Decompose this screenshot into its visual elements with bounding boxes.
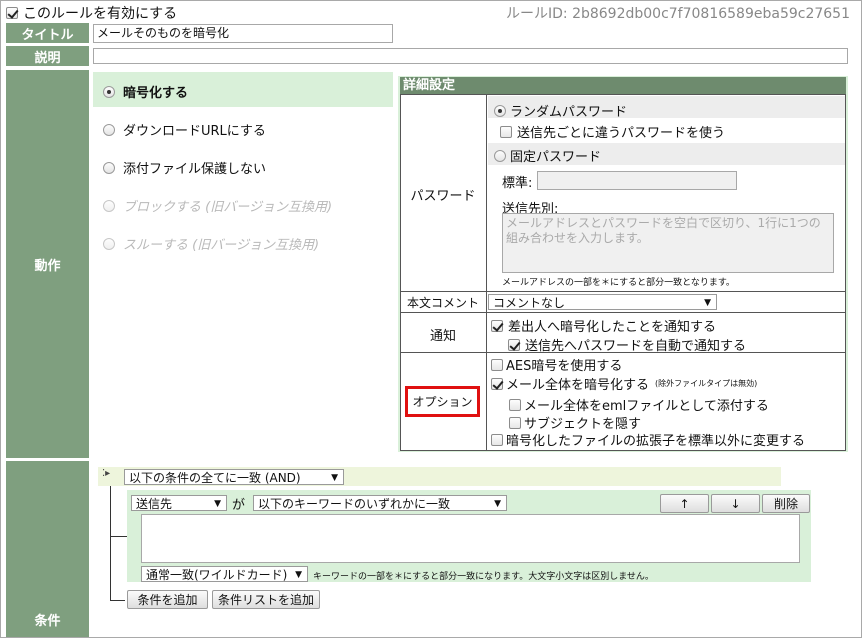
checkbox-change-ext[interactable]	[491, 433, 503, 446]
move-down-button[interactable]: ↓	[711, 494, 760, 513]
chevron-down-icon: ▼	[331, 473, 338, 483]
action-encrypt[interactable]: 暗号化する	[103, 82, 188, 101]
checkbox-notify-sender[interactable]	[491, 319, 503, 332]
chevron-down-icon: ▼	[295, 570, 302, 580]
encrypt-whole-label: メール全体を暗号化する	[506, 378, 650, 393]
checkbox-aes[interactable]	[491, 358, 503, 371]
encrypt-whole-option[interactable]: メール全体を暗号化する (除外ファイルタイプは無効)	[491, 374, 757, 393]
enable-rule-label: このルールを有効にする	[23, 6, 178, 22]
body-comment-select[interactable]: コメントなし ▼	[488, 294, 717, 310]
match-type-value: 通常一致(ワイルドカード)	[146, 568, 288, 582]
chevron-down-icon: ▼	[704, 298, 711, 308]
match-note: キーワードの一部を＊にすると部分一致になります。大文字小文字は区別しません。	[313, 572, 654, 582]
conditions-label: 条件	[6, 461, 89, 637]
options-label: オプション	[405, 386, 480, 417]
standard-password-input[interactable]	[537, 171, 737, 190]
chevron-down-icon: ▼	[494, 499, 501, 509]
aes-label: AES暗号を使用する	[506, 359, 623, 374]
action-through: スルーする (旧バージョン互換用)	[103, 234, 319, 253]
body-comment-label: 本文コメント	[406, 296, 479, 310]
keywords-textarea[interactable]	[141, 514, 800, 563]
standard-label: 標準:	[502, 176, 533, 191]
enable-rule-checkbox[interactable]	[6, 7, 18, 19]
radio-block	[103, 199, 115, 212]
radio-random-password[interactable]	[494, 104, 506, 117]
notify-label: 通知	[429, 329, 456, 344]
radio-download-url[interactable]	[103, 123, 115, 136]
rule-id-label: ルールID:	[505, 6, 568, 22]
keyword-mode-select[interactable]: 以下のキーワードのいずれかに一致 ▼	[253, 495, 507, 511]
radio-fixed-password[interactable]	[494, 149, 506, 162]
details-header: 詳細設定	[400, 77, 846, 94]
action-download-url-label: ダウンロードURLにする	[123, 124, 266, 139]
checkbox-hide-subject[interactable]	[509, 416, 521, 429]
title-label: タイトル	[6, 23, 89, 43]
checkbox-encrypt-whole[interactable]	[491, 377, 503, 390]
radio-encrypt[interactable]	[103, 85, 115, 98]
checkbox-attach-eml[interactable]	[509, 398, 521, 411]
fixed-password-label: 固定パスワード	[510, 150, 602, 165]
match-type-select[interactable]: 通常一致(ワイルドカード) ▼	[141, 566, 308, 582]
add-condition-button[interactable]: 条件を追加	[127, 590, 208, 609]
tree-branch	[110, 600, 125, 601]
chevron-down-icon: ▼	[214, 499, 221, 509]
action-no-protect-label: 添付ファイル保護しない	[123, 162, 267, 177]
keyword-mode-value: 以下のキーワードのいずれかに一致	[258, 497, 451, 511]
change-ext-option[interactable]: 暗号化したファイルの拡張子を標準以外に変更する	[491, 430, 805, 449]
rule-id-value: 2b8692db00c7f70816589eba59c27651	[572, 6, 850, 22]
password-label: パスワード	[410, 189, 476, 204]
condition-field-value: 送信先	[136, 497, 173, 511]
change-ext-label: 暗号化したファイルの拡張子を標準以外に変更する	[506, 434, 806, 449]
notify-sender-label: 差出人へ暗号化したことを通知する	[508, 320, 717, 335]
description-input[interactable]	[93, 48, 848, 64]
random-password-label: ランダムパスワード	[510, 105, 628, 120]
random-password-option[interactable]: ランダムパスワード	[494, 101, 627, 120]
action-label: 動作	[6, 70, 89, 458]
body-comment-value: コメントなし	[493, 296, 566, 310]
action-encrypt-label: 暗号化する	[123, 86, 189, 101]
auto-notify-option[interactable]: 送信先へパスワードを自動で通知する	[508, 335, 746, 354]
match-mode-value: 以下の条件の全てに一致 (AND)	[129, 471, 301, 485]
action-through-label: スルーする (旧バージョン互換用)	[123, 238, 320, 253]
auto-notify-label: 送信先へパスワードを自動で通知する	[525, 339, 747, 354]
action-download-url[interactable]: ダウンロードURLにする	[103, 120, 266, 139]
delete-condition-button[interactable]: 削除	[762, 494, 810, 513]
per-recipient-textarea[interactable]: メールアドレスとパスワードを空白で区切り、1行に1つの組み合わせを入力します。	[502, 213, 834, 273]
attach-eml-option[interactable]: メール全体をemlファイルとして添付する	[509, 395, 769, 414]
title-input[interactable]: メールそのものを暗号化	[93, 24, 393, 43]
per-recipient-password-option[interactable]: 送信先ごとに違うパスワードを使う	[500, 122, 725, 141]
encrypt-whole-note: (除外ファイルタイプは無効)	[655, 379, 758, 388]
drag-handle-icon[interactable]: ⁚▸	[102, 468, 110, 479]
fixed-password-option[interactable]: 固定パスワード	[494, 146, 601, 165]
action-block-label: ブロックする (旧バージョン互換用)	[123, 200, 333, 215]
radio-through	[103, 237, 115, 250]
notify-sender-option[interactable]: 差出人へ暗号化したことを通知する	[491, 316, 716, 335]
attach-eml-label: メール全体をemlファイルとして添付する	[524, 399, 769, 414]
enable-rule-row: このルールを有効にする	[6, 3, 177, 23]
action-no-protect[interactable]: 添付ファイル保護しない	[103, 158, 266, 177]
password-note: メールアドレスの一部を＊にすると部分一致となります。	[502, 278, 735, 288]
description-label: 説明	[6, 46, 89, 66]
per-recipient-label: 送信先ごとに違うパスワードを使う	[517, 126, 726, 141]
aes-option[interactable]: AES暗号を使用する	[491, 355, 622, 374]
rule-id: ルールID: 2b8692db00c7f70816589eba59c27651	[506, 3, 850, 23]
checkbox-auto-notify[interactable]	[508, 338, 520, 351]
radio-no-protect[interactable]	[103, 161, 115, 174]
condition-field-select[interactable]: 送信先 ▼	[131, 495, 227, 511]
tree-line	[110, 486, 111, 601]
ga-label: が	[232, 498, 246, 513]
tree-branch	[110, 536, 128, 537]
action-block: ブロックする (旧バージョン互換用)	[103, 196, 332, 215]
add-condition-list-button[interactable]: 条件リストを追加	[212, 590, 320, 609]
match-mode-select[interactable]: 以下の条件の全てに一致 (AND) ▼	[124, 469, 344, 485]
move-up-button[interactable]: ↑	[660, 494, 709, 513]
checkbox-per-recipient[interactable]	[500, 125, 512, 138]
